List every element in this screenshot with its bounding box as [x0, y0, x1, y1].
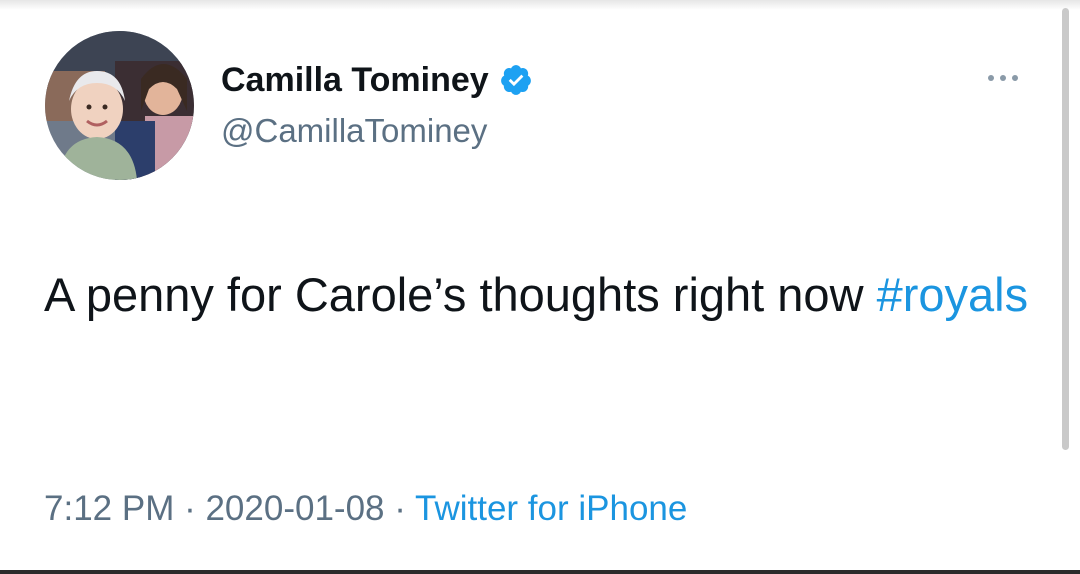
meta-separator: ·: [384, 489, 415, 528]
scrollbar[interactable]: [1062, 8, 1069, 450]
display-name[interactable]: Camilla Tominey: [221, 61, 489, 100]
tweet-text: A penny for Carole’s thoughts right now …: [44, 251, 1034, 339]
top-edge-shadow: [0, 0, 1080, 10]
source-link[interactable]: Twitter for iPhone: [415, 489, 687, 528]
tweet-card: Camilla Tominey @CamillaTominey A penny …: [0, 0, 1080, 574]
more-options-icon[interactable]: [983, 66, 1023, 90]
tweet-text-body: A penny for Carole’s thoughts right now: [44, 268, 877, 321]
tweet-date[interactable]: 2020-01-08: [205, 489, 384, 528]
hashtag-link[interactable]: #royals: [877, 268, 1029, 321]
avatar-photo-icon: [45, 31, 194, 180]
bottom-divider: [0, 570, 1080, 574]
meta-separator: ·: [174, 489, 206, 528]
author-name-row[interactable]: Camilla Tominey: [221, 58, 533, 102]
verified-badge-icon: [500, 65, 531, 95]
tweet-time[interactable]: 7:12 PM: [44, 489, 174, 528]
avatar[interactable]: [45, 31, 194, 180]
author-handle[interactable]: @CamillaTominey: [221, 112, 487, 150]
tweet-metadata: 7:12 PM · 2020-01-08 · Twitter for iPhon…: [44, 489, 687, 529]
